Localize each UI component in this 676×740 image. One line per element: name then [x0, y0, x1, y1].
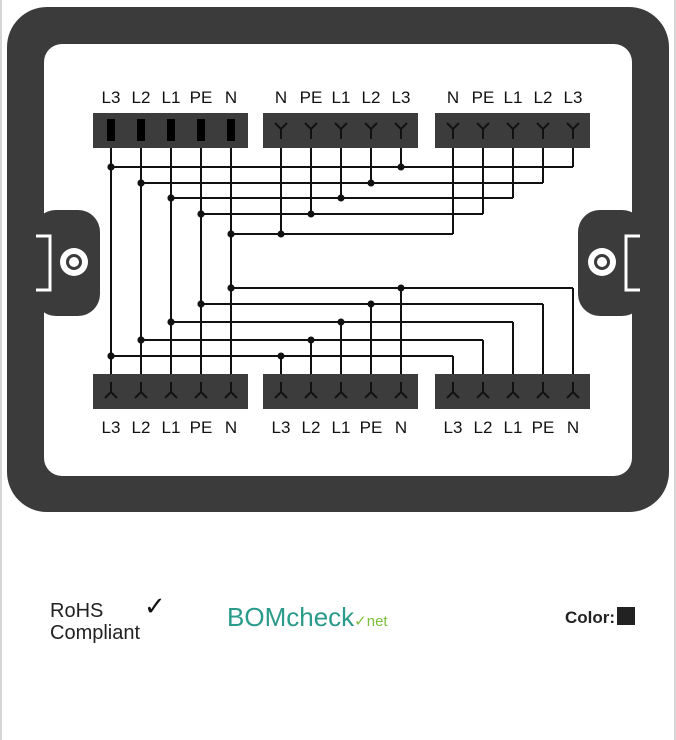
rohs-label: RoHS	[50, 600, 104, 622]
bottom-terminal-label: L1	[504, 418, 523, 437]
wire-junction	[107, 352, 115, 360]
bottom-terminal-label: PE	[190, 418, 213, 437]
top-terminal-label: L1	[332, 88, 351, 107]
bomcheck-logo-part1: BOM	[227, 602, 287, 632]
bottom-terminal-label: L3	[272, 418, 291, 437]
wire-junction	[197, 210, 205, 218]
wire-junction	[227, 230, 235, 238]
wire-junction	[137, 179, 145, 187]
wire-junction	[107, 163, 115, 171]
top-terminal-label: L2	[362, 88, 381, 107]
top-terminal-label: L1	[504, 88, 523, 107]
color-swatch	[617, 607, 636, 625]
top-terminal-label: L3	[564, 88, 583, 107]
wire-junction	[137, 336, 145, 344]
color-indicator: Color:	[565, 607, 636, 628]
right-mounting-lug	[578, 210, 644, 316]
bottom-terminal-label: L3	[102, 418, 121, 437]
wiring-diagram: L3 L2 L1 PE N N PE L1 L2 L3 N PE L1 L2 L3 L3 L2 L1 PE N L3 L…	[7, 7, 669, 512]
bottom-terminal-label: N	[225, 418, 237, 437]
bottom-terminal-label: L2	[474, 418, 493, 437]
top-terminal-label: N	[447, 88, 459, 107]
bottom-terminal-label: PE	[532, 418, 555, 437]
left-mounting-lug	[34, 210, 100, 316]
top-terminal-label: L2	[534, 88, 553, 107]
top-terminal-label: L2	[132, 88, 151, 107]
bottom-terminal-label: L2	[132, 418, 151, 437]
color-label: Color:	[565, 608, 616, 627]
bottom-terminal-label: L2	[302, 418, 321, 437]
wire-junction	[167, 194, 175, 202]
rohs-badge: RoHS Compliant ✓	[50, 594, 166, 644]
bomcheck-logo[interactable]: BOMcheck✓net	[227, 603, 388, 636]
product-footer: RoHS Compliant ✓ BOMcheck✓net Color:	[0, 590, 676, 680]
top-terminal-label: PE	[190, 88, 213, 107]
top-terminal-label: N	[275, 88, 287, 107]
bottom-terminal-label: L1	[332, 418, 351, 437]
bottom-terminal-label: L1	[162, 418, 181, 437]
checkmark-icon: ✓	[144, 592, 166, 622]
bottom-terminal-label: N	[395, 418, 407, 437]
terminal-pin	[227, 119, 235, 141]
top-terminal-label: L3	[102, 88, 121, 107]
top-terminal-label: PE	[472, 88, 495, 107]
terminal-pin	[137, 119, 145, 141]
terminal-pin	[167, 119, 175, 141]
wire-junction	[227, 284, 235, 292]
top-terminal-label: L1	[162, 88, 181, 107]
wire-junction	[167, 318, 175, 326]
top-terminal-labels: L3 L2 L1 PE N N PE L1 L2 L3 N PE L1 L2 L3	[102, 88, 583, 107]
top-terminal-label: L3	[392, 88, 411, 107]
bottom-terminal-labels: L3 L2 L1 PE N L3 L2 L1 PE N L3 L2 L1 PE N	[102, 418, 580, 437]
top-terminal-label: N	[225, 88, 237, 107]
terminal-pin	[107, 119, 115, 141]
bomcheck-logo-part3: ✓net	[354, 613, 388, 630]
bomcheck-logo-part2: check	[286, 602, 355, 632]
bottom-terminal-label: L3	[444, 418, 463, 437]
wire-junction	[197, 300, 205, 308]
bottom-terminal-label: PE	[360, 418, 383, 437]
bottom-terminal-label: N	[567, 418, 579, 437]
housing-inner	[44, 44, 632, 476]
terminal-pin	[197, 119, 205, 141]
top-terminal-label: PE	[300, 88, 323, 107]
rohs-compliant-label: Compliant	[50, 622, 141, 644]
